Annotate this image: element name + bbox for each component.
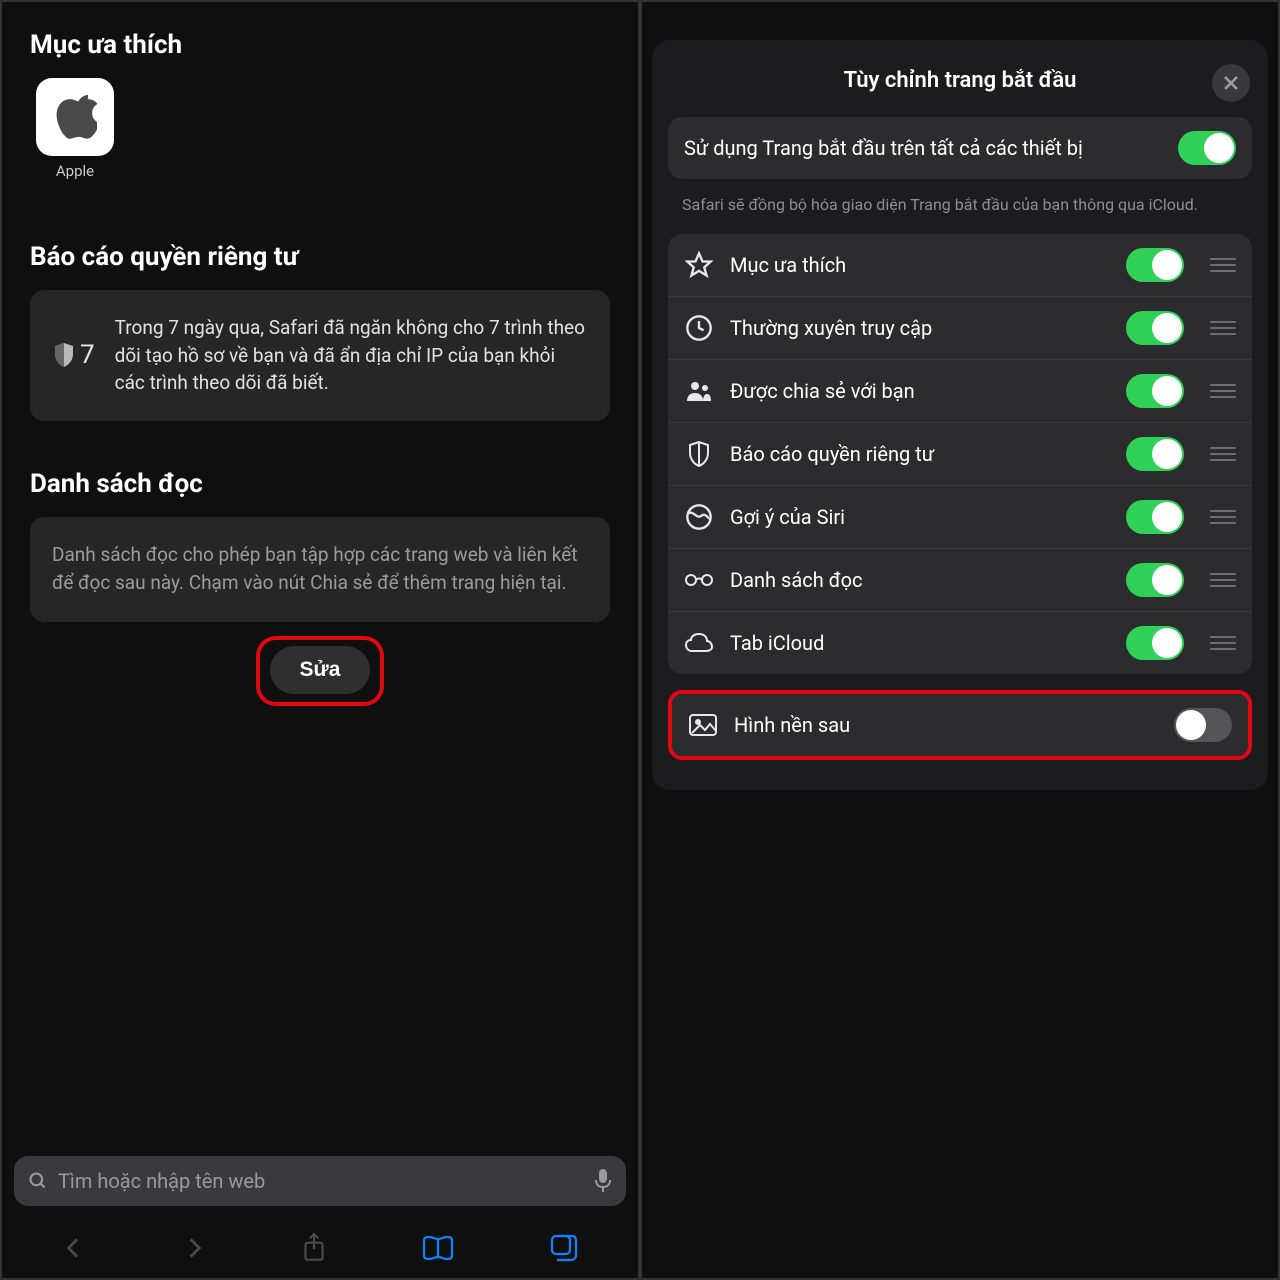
- option-icloud: Tab iCloud: [668, 612, 1252, 674]
- customize-sheet-panel: Tùy chỉnh trang bắt đầu Sử dụng Trang bắ…: [640, 0, 1280, 1280]
- sync-group: Sử dụng Trang bắt đầu trên tất cả các th…: [668, 117, 1252, 179]
- privacy-text: Trong 7 ngày qua, Safari đã ngăn không c…: [115, 314, 588, 397]
- siri-icon: [684, 502, 714, 532]
- drag-handle-icon[interactable]: [1210, 447, 1236, 461]
- drag-handle-icon[interactable]: [1210, 573, 1236, 587]
- drag-handle-icon[interactable]: [1210, 384, 1236, 398]
- option-siri: Gợi ý của Siri: [668, 486, 1252, 549]
- toggle-favorites[interactable]: [1126, 248, 1184, 282]
- drag-handle-icon[interactable]: [1210, 321, 1236, 335]
- option-favorites: Mục ưa thích: [668, 234, 1252, 297]
- mic-icon[interactable]: [594, 1168, 612, 1194]
- cloud-icon: [684, 628, 714, 658]
- option-privacy: Báo cáo quyền riêng tư: [668, 423, 1252, 486]
- customize-sheet: Tùy chỉnh trang bắt đầu Sử dụng Trang bắ…: [652, 40, 1268, 790]
- close-button[interactable]: [1212, 64, 1250, 102]
- option-reading: Danh sách đọc: [668, 549, 1252, 612]
- share-icon[interactable]: [301, 1232, 327, 1264]
- sheet-title: Tùy chỉnh trang bắt đầu: [844, 68, 1077, 93]
- drag-handle-icon[interactable]: [1210, 258, 1236, 272]
- bookmarks-icon[interactable]: [421, 1234, 455, 1262]
- toggle-icloud[interactable]: [1126, 626, 1184, 660]
- privacy-report-card[interactable]: 7 Trong 7 ngày qua, Safari đã ngăn không…: [30, 290, 610, 421]
- option-label: Danh sách đọc: [730, 568, 1110, 592]
- reading-title: Danh sách đọc: [30, 469, 610, 499]
- toggle-frequently[interactable]: [1126, 311, 1184, 345]
- shield-icon: [684, 439, 714, 469]
- forward-icon[interactable]: [181, 1235, 207, 1261]
- option-label: Báo cáo quyền riêng tư: [730, 442, 1110, 466]
- option-label: Gợi ý của Siri: [730, 505, 1110, 529]
- sync-footer: Safari sẽ đồng bộ hóa giao diện Trang bắ…: [652, 191, 1268, 234]
- sync-label: Sử dụng Trang bắt đầu trên tất cả các th…: [684, 135, 1162, 162]
- sync-toggle[interactable]: [1178, 131, 1236, 165]
- drag-handle-icon[interactable]: [1210, 510, 1236, 524]
- tabs-icon[interactable]: [549, 1233, 579, 1263]
- option-label: Thường xuyên truy cập: [730, 316, 1110, 340]
- privacy-title: Báo cáo quyền riêng tư: [30, 242, 610, 272]
- option-shared: Được chia sẻ với bạn: [668, 360, 1252, 423]
- toggle-shared[interactable]: [1126, 374, 1184, 408]
- background-group-highlighted: Hình nền sau: [668, 690, 1252, 760]
- reading-list-card: Danh sách đọc cho phép bạn tập hợp các t…: [30, 517, 610, 622]
- close-icon: [1223, 75, 1239, 91]
- highlight-annotation: [256, 636, 384, 706]
- glasses-icon: [684, 565, 714, 595]
- option-label: Tab iCloud: [730, 631, 1110, 655]
- search-icon: [28, 1171, 48, 1191]
- clock-icon: [684, 313, 714, 343]
- toggle-reading[interactable]: [1126, 563, 1184, 597]
- background-row: Hình nền sau: [672, 694, 1248, 756]
- toggle-privacy[interactable]: [1126, 437, 1184, 471]
- apple-logo-icon: [36, 78, 114, 156]
- option-frequently: Thường xuyên truy cập: [668, 297, 1252, 360]
- image-icon: [688, 710, 718, 740]
- toggle-background[interactable]: [1174, 708, 1232, 742]
- start-page-panel: Mục ưa thích Apple Báo cáo quyền riêng t…: [0, 0, 640, 1280]
- search-input[interactable]: Tìm hoặc nhập tên web: [14, 1156, 626, 1206]
- drag-handle-icon[interactable]: [1210, 636, 1236, 650]
- privacy-shield-icon: 7: [52, 340, 95, 370]
- search-placeholder: Tìm hoặc nhập tên web: [58, 1169, 584, 1193]
- option-label: Được chia sẻ với bạn: [730, 379, 1110, 403]
- star-icon: [684, 250, 714, 280]
- privacy-count: 7: [80, 340, 95, 370]
- favorite-label: Apple: [56, 162, 94, 180]
- reading-text: Danh sách đọc cho phép bạn tập hợp các t…: [52, 541, 588, 598]
- toggle-siri[interactable]: [1126, 500, 1184, 534]
- browser-toolbar: [2, 1218, 638, 1278]
- options-group: Mục ưa thích Thường xuyên truy cập Được …: [668, 234, 1252, 674]
- favorite-apple[interactable]: Apple: [30, 78, 120, 180]
- option-label: Mục ưa thích: [730, 253, 1110, 277]
- background-label: Hình nền sau: [734, 713, 1158, 737]
- back-icon[interactable]: [61, 1235, 87, 1261]
- favorites-title: Mục ưa thích: [30, 30, 610, 60]
- people-icon: [684, 376, 714, 406]
- sync-row: Sử dụng Trang bắt đầu trên tất cả các th…: [668, 117, 1252, 179]
